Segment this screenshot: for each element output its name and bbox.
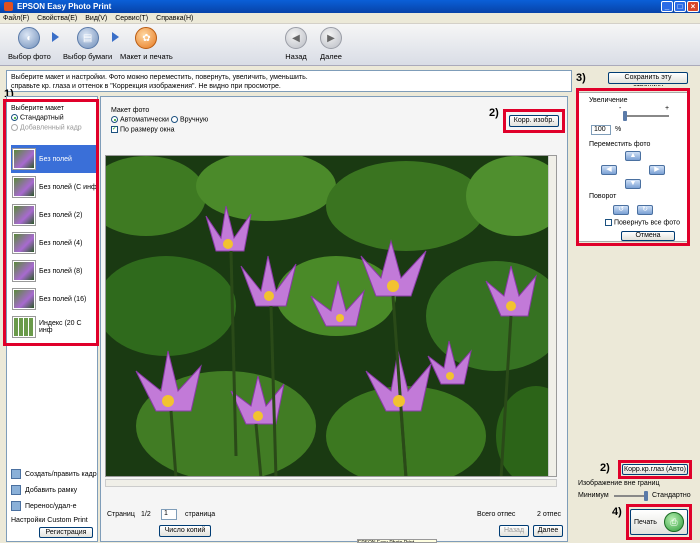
- register-button[interactable]: Регистрация: [39, 527, 93, 538]
- close-button[interactable]: ×: [687, 1, 699, 12]
- annotation-box-3: [576, 88, 690, 246]
- menu-bar: Файл(F) Свойства(E) Вид(V) Сервис(T) Спр…: [0, 13, 700, 24]
- automatic-radio[interactable]: Автоматически: [111, 116, 169, 123]
- annotation-box-4: [626, 504, 692, 540]
- annotation-2b: 2): [600, 462, 610, 474]
- outside-label: Изображение вне границ: [578, 480, 660, 487]
- window-title: EPSON Easy Photo Print: [17, 2, 112, 11]
- page-label: Страниц: [107, 511, 135, 518]
- outside-slider[interactable]: [614, 495, 648, 497]
- radio-icon: [171, 116, 178, 123]
- annotation-4: 4): [612, 506, 622, 518]
- create-frame-button[interactable]: Создать/править кадр: [11, 469, 97, 479]
- back-arrow-icon: ◀: [285, 27, 307, 49]
- manual-radio[interactable]: Вручную: [171, 116, 208, 123]
- next-label: Далее: [320, 52, 342, 61]
- instructions-line1: Выберите макет и настройки. Фото можно п…: [11, 74, 308, 81]
- frame-edit-icon: [11, 469, 21, 479]
- edit-panel: Увеличение - + 100 % Переместить фото ▲ …: [572, 86, 694, 542]
- instructions-line2: справьте кр. глаза и оттенок в "Коррекци…: [11, 83, 281, 90]
- print-layout-icon: ✿: [135, 27, 158, 49]
- select-paper-button[interactable]: ▤ Выбор бумаги: [63, 27, 112, 61]
- back-button[interactable]: ◀ Назад: [285, 27, 307, 61]
- total-label: Всего отпес: [477, 511, 516, 518]
- vertical-scrollbar[interactable]: [548, 156, 556, 476]
- standard-label: Стандартно: [652, 492, 691, 499]
- total-value: 2 отпес: [537, 511, 561, 518]
- step-arrow-icon: [52, 32, 59, 42]
- photo-layout-label: Макет фото: [111, 107, 150, 114]
- save-page-button[interactable]: Сохранить эту страницу: [608, 72, 688, 91]
- photo-preview[interactable]: [105, 155, 557, 477]
- menu-view[interactable]: Вид(V): [85, 15, 107, 22]
- instructions-box: Выберите макет и настройки. Фото можно п…: [6, 70, 572, 92]
- add-frame-label: Добавить рамку: [25, 486, 78, 494]
- checkbox-checked-icon: ✓: [111, 126, 118, 133]
- annotation-box-1: [3, 99, 99, 346]
- outside-slider-handle[interactable]: [644, 491, 648, 501]
- toolbar: ◐ Выбор фото ▤ Выбор бумаги ✿ Макет и пе…: [0, 24, 700, 66]
- horizontal-scrollbar[interactable]: [105, 479, 557, 487]
- back-page-button[interactable]: Назад: [499, 525, 529, 537]
- annotation-2: 2): [489, 107, 499, 119]
- radio-checked-icon: [111, 116, 118, 123]
- fit-window-checkbox[interactable]: ✓ По размеру окна: [111, 126, 174, 133]
- next-page-button[interactable]: Далее: [533, 525, 563, 537]
- photo-icon: ◐: [18, 27, 41, 49]
- move-delete-label: Перенос/удал-е: [25, 502, 77, 510]
- layout-print-button[interactable]: ✿ Макет и печать: [120, 27, 173, 61]
- page-input[interactable]: 1: [161, 509, 177, 520]
- select-paper-label: Выбор бумаги: [63, 52, 113, 61]
- next-arrow-icon: ▶: [320, 27, 342, 49]
- page-count: 1/2: [141, 511, 151, 518]
- move-delete-button[interactable]: Перенос/удал-е: [11, 501, 76, 511]
- custom-print-label: Настройки Custom Print: [11, 517, 88, 524]
- water-lily-photo: [106, 156, 556, 476]
- annotation-3: 3): [576, 72, 586, 84]
- manual-label: Вручную: [180, 116, 209, 124]
- page-unit: страница: [185, 511, 216, 518]
- title-bar: EPSON Easy Photo Print _ □ ×: [0, 0, 700, 13]
- next-button[interactable]: ▶ Далее: [320, 27, 342, 61]
- menu-properties[interactable]: Свойства(E): [37, 15, 77, 22]
- menu-help[interactable]: Справка(H): [156, 15, 193, 22]
- frame-move-icon: [11, 501, 21, 511]
- paper-icon: ▤: [76, 27, 99, 49]
- copies-button[interactable]: Число копий: [159, 525, 211, 537]
- tooltip: EPSON Easy Photo Print: [357, 539, 437, 543]
- create-frame-label: Создать/править кадр: [25, 470, 97, 478]
- minimum-label: Минимум: [578, 492, 609, 499]
- select-photo-button[interactable]: ◐ Выбор фото: [8, 27, 51, 61]
- menu-tools[interactable]: Сервис(T): [115, 15, 148, 22]
- minimize-button[interactable]: _: [661, 1, 673, 12]
- add-frame-button[interactable]: Добавить рамку: [11, 485, 77, 495]
- annotation-box-2b: [618, 460, 692, 479]
- annotation-box-2: [503, 109, 565, 133]
- preview-panel: Макет фото Автоматически Вручную ✓ По раз…: [100, 96, 568, 543]
- step-arrow-icon: [112, 32, 119, 42]
- layout-print-label: Макет и печать: [120, 52, 173, 61]
- maximize-button[interactable]: □: [674, 1, 686, 12]
- back-label: Назад: [285, 52, 307, 61]
- select-photo-label: Выбор фото: [8, 52, 51, 61]
- menu-file[interactable]: Файл(F): [3, 15, 29, 22]
- frame-add-icon: [11, 485, 21, 495]
- fit-window-label: По размеру окна: [120, 126, 175, 134]
- automatic-label: Автоматически: [120, 116, 169, 124]
- app-icon: [4, 2, 13, 11]
